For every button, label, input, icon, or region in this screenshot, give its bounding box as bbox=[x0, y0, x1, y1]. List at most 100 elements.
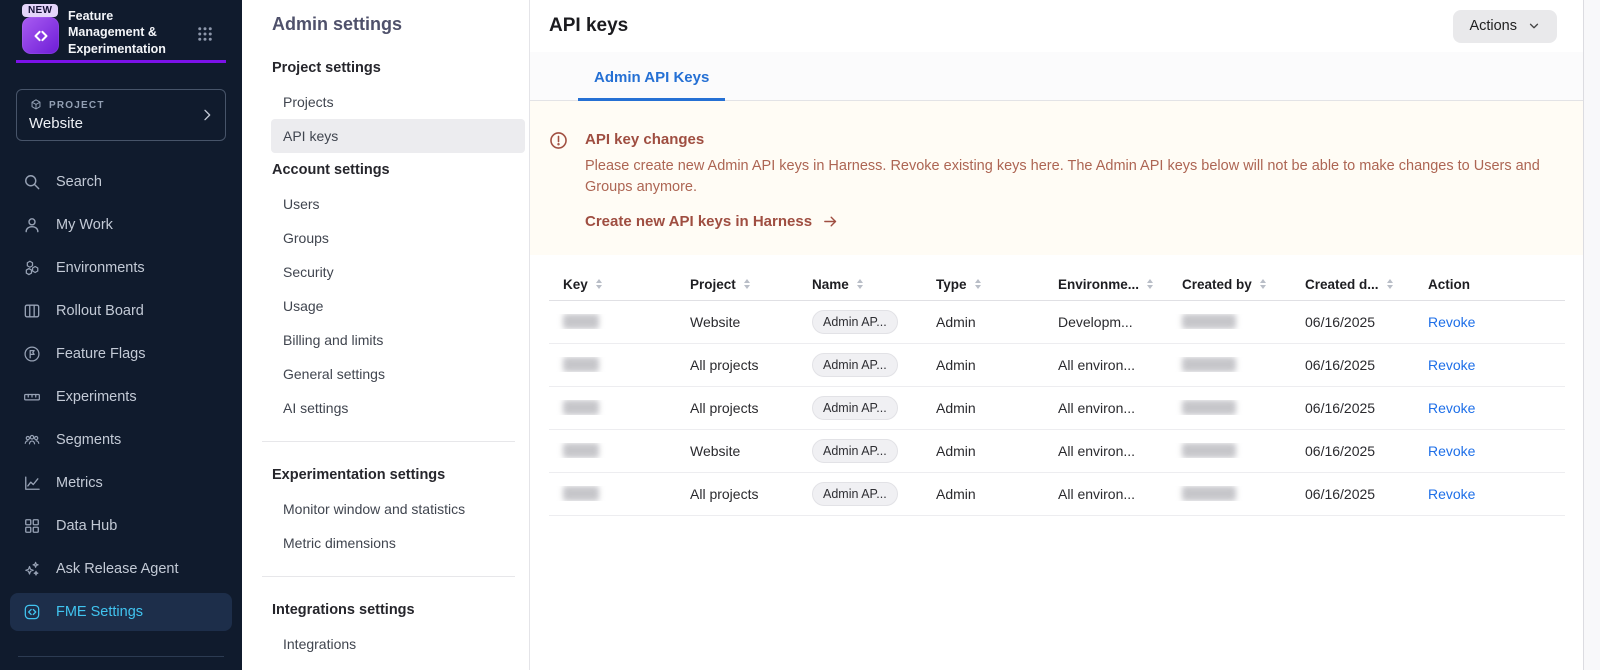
revoke-link[interactable]: Revoke bbox=[1428, 486, 1475, 502]
sort-icon[interactable] bbox=[857, 279, 863, 289]
admin-settings-title: Admin settings bbox=[272, 14, 529, 35]
project-value: Website bbox=[690, 443, 740, 459]
cell-action: Revoke bbox=[1414, 400, 1545, 416]
settings-item-projects[interactable]: Projects bbox=[271, 85, 525, 119]
sidebar-item-data-hub[interactable]: Data Hub bbox=[10, 507, 232, 545]
column-header-label: Project bbox=[690, 277, 736, 292]
settings-item-users[interactable]: Users bbox=[271, 187, 525, 221]
project-selector[interactable]: PROJECT Website bbox=[16, 89, 226, 141]
settings-item-security[interactable]: Security bbox=[271, 255, 525, 289]
table-row: WebsiteAdmin AP...AdminAll environ...06/… bbox=[549, 430, 1565, 473]
sidebar-item-my-work[interactable]: My Work bbox=[10, 206, 232, 244]
create-api-keys-link[interactable]: Create new API keys in Harness bbox=[585, 213, 1543, 230]
column-header-type[interactable]: Type bbox=[922, 277, 1044, 292]
environments-icon bbox=[22, 258, 42, 278]
sidebar-item-environments[interactable]: Environments bbox=[10, 249, 232, 287]
actions-button-label: Actions bbox=[1469, 18, 1517, 34]
settings-item-monitor-window-and-statistics[interactable]: Monitor window and statistics bbox=[271, 492, 525, 526]
sidebar-item-segments[interactable]: Segments bbox=[10, 421, 232, 459]
actions-button[interactable]: Actions bbox=[1453, 10, 1557, 43]
create-api-keys-link-label: Create new API keys in Harness bbox=[585, 213, 812, 230]
sort-icon[interactable] bbox=[1260, 279, 1266, 289]
environment-value: All environ... bbox=[1058, 486, 1135, 502]
settings-item-api-keys[interactable]: API keys bbox=[271, 119, 525, 153]
api-key-changes-notice: API key changes Please create new Admin … bbox=[530, 101, 1583, 255]
cell-environment: All environ... bbox=[1044, 486, 1168, 502]
sidebar-item-rollout-board[interactable]: Rollout Board bbox=[10, 292, 232, 330]
brand-header: NEW Feature Management & Experimentation bbox=[0, 0, 242, 60]
sidebar-item-fme-settings[interactable]: FME Settings bbox=[10, 593, 232, 631]
cell-key bbox=[549, 486, 676, 501]
project-value: All projects bbox=[690, 486, 758, 502]
cell-created-by bbox=[1168, 400, 1291, 415]
cell-type: Admin bbox=[922, 314, 1044, 330]
sort-icon[interactable] bbox=[596, 279, 602, 289]
sidebar-item-search[interactable]: Search bbox=[10, 163, 232, 201]
arrow-right-icon bbox=[822, 213, 839, 230]
revoke-link[interactable]: Revoke bbox=[1428, 400, 1475, 416]
settings-item-ai-settings[interactable]: AI settings bbox=[271, 391, 525, 425]
environment-value: All environ... bbox=[1058, 357, 1135, 373]
sidebar-item-feature-flags[interactable]: Feature Flags bbox=[10, 335, 232, 373]
project-value: Website bbox=[690, 314, 740, 330]
section-heading-integrations-settings: Integrations settings bbox=[272, 593, 529, 627]
sidebar-item-label: Metrics bbox=[56, 475, 103, 491]
sidebar-item-experiments[interactable]: Experiments bbox=[10, 378, 232, 416]
column-header-created-by[interactable]: Created by bbox=[1168, 277, 1291, 292]
settings-item-billing-and-limits[interactable]: Billing and limits bbox=[271, 323, 525, 357]
settings-item-general-settings[interactable]: General settings bbox=[271, 357, 525, 391]
cell-environment: Developm... bbox=[1044, 314, 1168, 330]
chevron-right-icon bbox=[199, 107, 215, 126]
cell-type: Admin bbox=[922, 400, 1044, 416]
revoke-link[interactable]: Revoke bbox=[1428, 357, 1475, 373]
name-chip: Admin AP... bbox=[812, 482, 898, 506]
settings-item-usage[interactable]: Usage bbox=[271, 289, 525, 323]
sort-icon[interactable] bbox=[1147, 279, 1153, 289]
data-hub-icon bbox=[22, 516, 42, 536]
settings-item-integrations[interactable]: Integrations bbox=[271, 627, 525, 661]
column-header-name[interactable]: Name bbox=[798, 277, 922, 292]
cell-action: Revoke bbox=[1414, 314, 1545, 330]
column-header-label: Environme... bbox=[1058, 277, 1139, 292]
cell-created-date: 06/16/2025 bbox=[1291, 357, 1414, 373]
settings-item-groups[interactable]: Groups bbox=[271, 221, 525, 255]
cell-name: Admin AP... bbox=[798, 482, 922, 506]
panel-divider bbox=[262, 441, 515, 442]
cell-project: Website bbox=[676, 314, 798, 330]
tab-bar: Admin API Keys bbox=[530, 52, 1583, 101]
cell-name: Admin AP... bbox=[798, 396, 922, 420]
admin-settings-sections: Project settingsProjectsAPI keysAccount … bbox=[242, 51, 529, 661]
cell-key bbox=[549, 443, 676, 458]
tab-admin-api-keys[interactable]: Admin API Keys bbox=[578, 57, 725, 101]
column-header-label: Action bbox=[1428, 277, 1470, 292]
redacted-created-by-value bbox=[1182, 400, 1236, 415]
revoke-link[interactable]: Revoke bbox=[1428, 314, 1475, 330]
table-body: WebsiteAdmin AP...AdminDevelopm...06/16/… bbox=[549, 301, 1565, 516]
sidebar-item-ask-release-agent[interactable]: Ask Release Agent bbox=[10, 550, 232, 588]
admin-settings-panel: Admin settings Project settingsProjectsA… bbox=[242, 0, 530, 670]
column-header-created-d[interactable]: Created d... bbox=[1291, 277, 1414, 292]
segments-icon bbox=[22, 430, 42, 450]
sidebar-item-label: Experiments bbox=[56, 389, 137, 405]
sort-icon[interactable] bbox=[744, 279, 750, 289]
project-selector-value: Website bbox=[29, 115, 213, 132]
cell-type: Admin bbox=[922, 357, 1044, 373]
flag-icon bbox=[22, 344, 42, 364]
page-title: API keys bbox=[549, 15, 628, 37]
environment-value: All environ... bbox=[1058, 443, 1135, 459]
apps-grid-icon[interactable] bbox=[196, 25, 214, 48]
column-header-project[interactable]: Project bbox=[676, 277, 798, 292]
column-header-key[interactable]: Key bbox=[549, 277, 676, 292]
sort-icon[interactable] bbox=[975, 279, 981, 289]
type-value: Admin bbox=[936, 400, 976, 416]
settings-item-metric-dimensions[interactable]: Metric dimensions bbox=[271, 526, 525, 560]
type-value: Admin bbox=[936, 443, 976, 459]
revoke-link[interactable]: Revoke bbox=[1428, 443, 1475, 459]
cell-created-by bbox=[1168, 486, 1291, 501]
sort-icon[interactable] bbox=[1387, 279, 1393, 289]
section-heading-project-settings: Project settings bbox=[272, 51, 529, 85]
column-header-environme[interactable]: Environme... bbox=[1044, 277, 1168, 292]
scrollbar-gutter[interactable] bbox=[1583, 0, 1600, 670]
section-heading-account-settings: Account settings bbox=[272, 153, 529, 187]
sidebar-item-metrics[interactable]: Metrics bbox=[10, 464, 232, 502]
